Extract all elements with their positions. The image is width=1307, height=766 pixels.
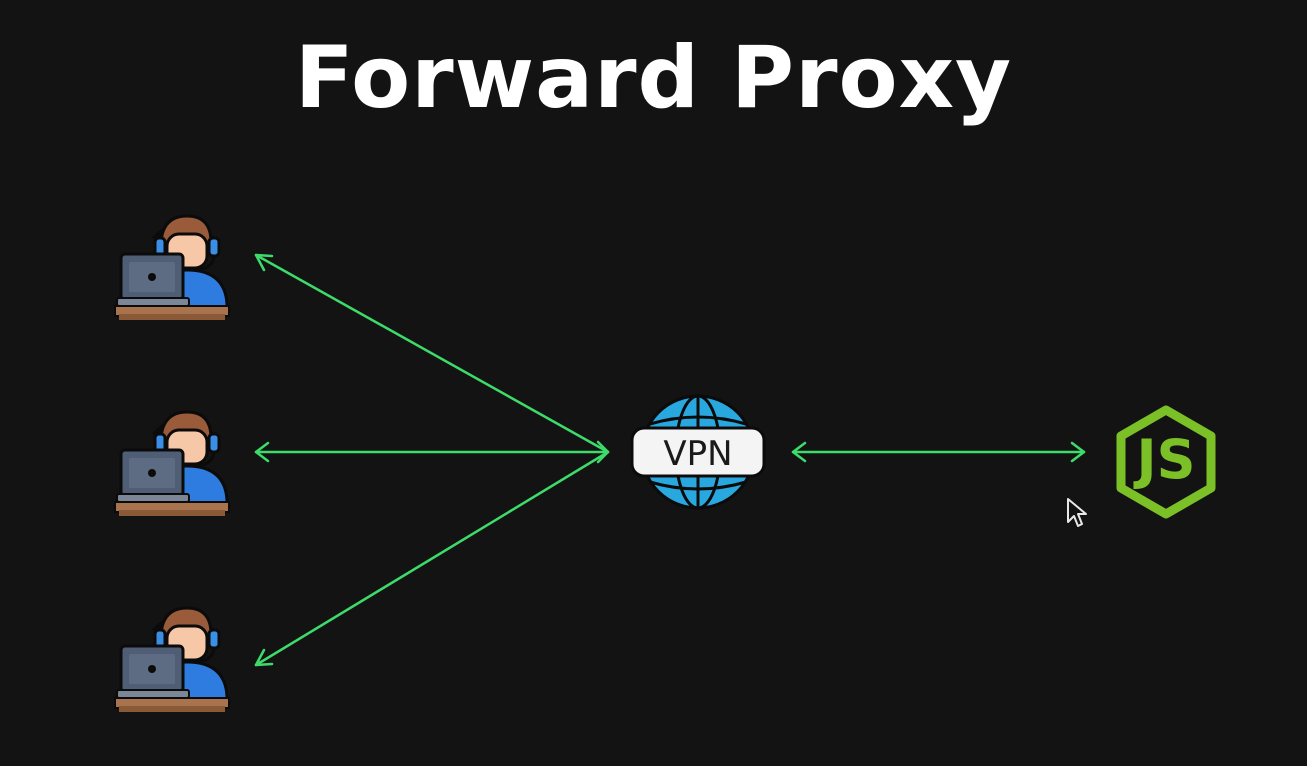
js-label: JS	[1133, 428, 1196, 491]
mouse-cursor-icon	[1067, 498, 1087, 527]
nodejs-server-icon: JS	[1116, 405, 1216, 519]
client-user-icon	[115, 608, 229, 712]
proxy-diagram: VPN JS	[0, 0, 1216, 766]
vpn-globe-icon: VPN	[630, 394, 766, 510]
client-user-icon	[115, 216, 229, 320]
vpn-label: VPN	[663, 434, 732, 474]
connection-arrow	[254, 450, 610, 667]
connection-arrow	[254, 253, 610, 454]
diagram-canvas: Forward Proxy VPN JS	[0, 0, 1307, 766]
client-user-icon	[115, 412, 229, 516]
